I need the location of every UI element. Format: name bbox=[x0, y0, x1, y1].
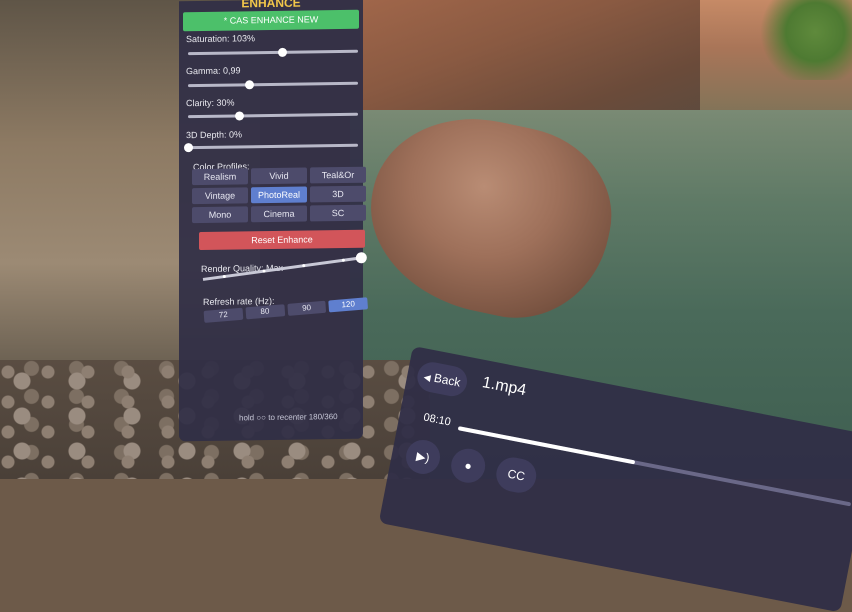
trees bbox=[760, 0, 852, 80]
color-profile-grid: Realism Vivid Teal&Or Vintage PhotoReal … bbox=[192, 166, 366, 224]
enhance-panel: ENHANCE * CAS ENHANCE NEW Saturation: 10… bbox=[179, 0, 369, 442]
render-quality-step bbox=[262, 269, 266, 273]
back-label: Back bbox=[432, 370, 462, 390]
render-quality-step bbox=[341, 258, 346, 262]
refresh-rate-72-button[interactable]: 72 bbox=[203, 307, 244, 323]
seek-bar-progress bbox=[457, 426, 636, 465]
profile-photoreal-button[interactable]: PhotoReal bbox=[251, 186, 307, 204]
saturation-knob[interactable] bbox=[277, 47, 287, 57]
profile-vivid-button[interactable]: Vivid bbox=[251, 167, 307, 185]
profile-vintage-button[interactable]: Vintage bbox=[192, 187, 248, 205]
clarity-label: Clarity: 30% bbox=[186, 97, 235, 109]
saturation-slider[interactable] bbox=[188, 47, 358, 57]
refresh-rate-80-button[interactable]: 80 bbox=[245, 304, 285, 320]
profile-tealor-button[interactable]: Teal&Or bbox=[310, 166, 366, 184]
render-quality-step bbox=[302, 263, 306, 268]
depth-knob[interactable] bbox=[184, 143, 193, 153]
clarity-knob[interactable] bbox=[235, 111, 244, 121]
recenter-hint: hold ○○ to recenter 180/360 bbox=[239, 412, 338, 423]
cc-button[interactable]: CC bbox=[493, 454, 540, 496]
saturation-label: Saturation: 103% bbox=[186, 33, 256, 45]
profile-3d-button[interactable]: 3D bbox=[310, 185, 366, 203]
triangle-left-icon: ◀ bbox=[422, 371, 432, 383]
refresh-rate-90-button[interactable]: 90 bbox=[286, 300, 327, 316]
gamma-knob[interactable] bbox=[245, 80, 255, 90]
audio-button[interactable]: ▶︎) bbox=[403, 437, 443, 477]
clarity-slider[interactable] bbox=[188, 111, 358, 121]
gamma-slider[interactable] bbox=[188, 80, 358, 90]
current-time: 08:10 bbox=[422, 411, 452, 429]
depth-label: 3D Depth: 0% bbox=[186, 129, 243, 141]
profile-cinema-button[interactable]: Cinema bbox=[251, 205, 307, 223]
profile-mono-button[interactable]: Mono bbox=[192, 206, 248, 224]
back-button[interactable]: ◀ Back bbox=[414, 359, 470, 399]
refresh-rate-120-button[interactable]: 120 bbox=[328, 297, 369, 313]
depth-slider[interactable] bbox=[184, 143, 358, 153]
stop-button[interactable]: ● bbox=[448, 445, 489, 486]
cc-label: CC bbox=[506, 466, 527, 484]
profile-realism-button[interactable]: Realism bbox=[192, 168, 248, 186]
reset-enhance-button[interactable]: Reset Enhance bbox=[199, 229, 365, 251]
video-filename: 1.mp4 bbox=[480, 374, 528, 400]
stop-icon: ● bbox=[463, 458, 474, 474]
cas-enhance-button[interactable]: * CAS ENHANCE NEW bbox=[183, 9, 359, 32]
render-quality-step bbox=[222, 274, 227, 279]
audio-icon: ▶︎) bbox=[415, 448, 431, 466]
gamma-label: Gamma: 0,99 bbox=[186, 65, 241, 77]
profile-sc-button[interactable]: SC bbox=[310, 204, 366, 222]
